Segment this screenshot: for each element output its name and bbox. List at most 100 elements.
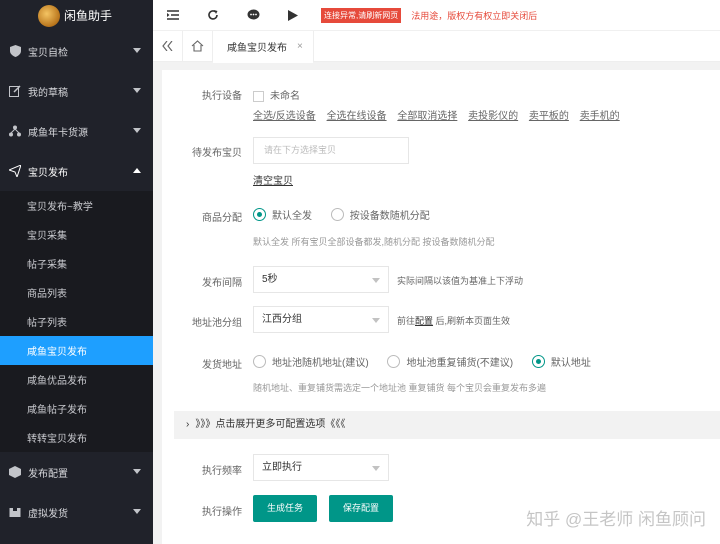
- interval-help: 实际间隔以该值为基准上下浮动: [397, 276, 524, 286]
- sidebar-item-publish-config[interactable]: 发布配置: [0, 452, 153, 492]
- sidebar-item-drafts[interactable]: 我的草稿: [0, 71, 153, 111]
- device-links: 全选/反选设备 全选在线设备 全部取消选择 卖投影仪的 卖平板的 卖手机的: [253, 107, 628, 122]
- chevron-down-icon: [133, 469, 141, 474]
- home-icon[interactable]: [183, 30, 213, 62]
- cube-icon: [8, 465, 22, 479]
- pending-items-input[interactable]: 请在下方选择宝贝: [253, 137, 409, 164]
- address-group-help: 前往配置 后,刷新本页面生效: [397, 314, 510, 327]
- radio-dot: [253, 355, 266, 368]
- top-toolbar: 连接异常,请刷新网页 法用途，版权方有权立即关闭后: [153, 0, 720, 31]
- radio-dot: [387, 355, 401, 368]
- copyright-warning-text: 法用途，版权方有权立即关闭后: [411, 10, 538, 21]
- sidebar-item-post-collect[interactable]: 帖子采集: [0, 249, 153, 278]
- radio-random-address[interactable]: 地址池随机地址(建议): [253, 354, 369, 369]
- sidebar-item-zhuanzhuan[interactable]: 转转宝贝发布: [0, 423, 153, 452]
- sidebar: 闲鱼助手 宝贝自检 我的草稿 咸鱼年卡货源 宝贝发布 宝贝发布~教学 宝贝采集 …: [0, 0, 153, 544]
- device-checkbox[interactable]: [253, 90, 264, 102]
- help-prefix: 前往: [397, 316, 416, 326]
- tabs-scroll-left-icon[interactable]: [153, 30, 183, 62]
- tab-xianyu-publish[interactable]: 咸鱼宝贝发布 ×: [213, 30, 314, 63]
- tab-label: 咸鱼宝贝发布: [227, 42, 287, 54]
- watermark: 知乎 @王老师 闲鱼顾问: [526, 510, 706, 529]
- radio-label: 默认全发: [272, 211, 312, 222]
- address-group-select[interactable]: 江西分组: [253, 306, 389, 333]
- config-link[interactable]: 配置: [415, 316, 433, 326]
- deselect-all-link[interactable]: 全部取消选择: [397, 111, 457, 122]
- interval-select[interactable]: 5秒: [253, 266, 389, 293]
- phone-sellers-link[interactable]: 卖手机的: [580, 111, 620, 122]
- radio-label: 默认地址: [550, 358, 591, 369]
- select-online-devices-link[interactable]: 全选在线设备: [327, 111, 387, 122]
- pending-label: 待发布宝贝: [192, 148, 242, 159]
- chevron-down-icon: [133, 88, 141, 93]
- radio-dot: [253, 208, 266, 221]
- chevron-down-icon: [133, 128, 141, 133]
- edit-icon: [8, 84, 22, 98]
- frequency-label: 执行频率: [202, 466, 242, 477]
- interval-label: 发布间隔: [202, 278, 242, 289]
- action-label: 执行操作: [202, 507, 242, 518]
- device-checkbox-label: 未命名: [270, 91, 300, 102]
- expand-options-bar[interactable]: › 》》》点击展开更多可配置选项《《《: [174, 411, 720, 439]
- device-checkbox-group: 未命名: [253, 87, 300, 102]
- chat-icon[interactable]: [233, 0, 273, 31]
- shield-icon: [8, 44, 22, 58]
- chevron-down-icon: [133, 48, 141, 53]
- select-invert-devices-link[interactable]: 全选/反选设备: [253, 111, 316, 122]
- sidebar-item-xianyu-post[interactable]: 咸鱼帖子发布: [0, 394, 153, 423]
- chevron-up-icon: [133, 168, 141, 173]
- radio-send-all[interactable]: 默认全发: [253, 207, 312, 222]
- sidebar-item-post-list[interactable]: 帖子列表: [0, 307, 153, 336]
- chevron-down-icon: [372, 278, 380, 283]
- send-icon: [8, 164, 22, 178]
- sidebar-item-label: 虚拟发货: [28, 508, 68, 520]
- distribution-radios: 默认全发 按设备数随机分配: [253, 207, 446, 224]
- sidebar-item-item-collect[interactable]: 宝贝采集: [0, 220, 153, 249]
- radio-dot: [330, 208, 344, 221]
- sidebar-item-product-list[interactable]: 商品列表: [0, 278, 153, 307]
- radio-default-address[interactable]: 默认地址: [531, 354, 591, 369]
- sidebar-item-virtual-ship[interactable]: 虚拟发货: [0, 492, 153, 532]
- close-icon[interactable]: ×: [297, 41, 303, 52]
- connection-error-badge[interactable]: 连接异常,请刷新网页: [321, 7, 402, 23]
- distribution-label: 商品分配: [202, 213, 242, 224]
- sidebar-item-label: 宝贝自检: [28, 47, 68, 59]
- radio-dot: [531, 355, 545, 368]
- save-config-button[interactable]: 保存配置: [329, 495, 394, 522]
- sidebar-item-self-check[interactable]: 宝贝自检: [0, 31, 153, 71]
- sidebar-item-yearly-source[interactable]: 咸鱼年卡货源: [0, 111, 153, 151]
- sidebar-item-publish-tutorial[interactable]: 宝贝发布~教学: [0, 191, 153, 220]
- address-group-label: 地址池分组: [192, 318, 242, 329]
- chevron-down-icon: [372, 466, 380, 471]
- sidebar-item-xianyu-premium[interactable]: 咸鱼优品发布: [0, 365, 153, 394]
- sidebar-item-xianyu-publish[interactable]: 咸鱼宝贝发布: [0, 336, 153, 365]
- radio-label: 地址池重复铺货(不建议): [406, 358, 514, 369]
- frequency-select[interactable]: 立即执行: [253, 454, 389, 481]
- device-label: 执行设备: [202, 91, 242, 102]
- radio-repeat-listing[interactable]: 地址池重复铺货(不建议): [387, 354, 513, 369]
- app-title: 闲鱼助手: [64, 9, 113, 23]
- network-icon: [8, 124, 22, 138]
- interval-value: 5秒: [262, 274, 278, 285]
- play-icon[interactable]: [273, 0, 313, 31]
- chevron-down-icon: [372, 318, 380, 323]
- projector-sellers-link[interactable]: 卖投影仪的: [468, 111, 518, 122]
- address-group-value: 江西分组: [262, 314, 302, 325]
- distribution-help: 默认全发 所有宝贝全部设备都发,随机分配 按设备数随机分配: [253, 237, 495, 247]
- radio-label: 地址池随机地址(建议): [272, 358, 369, 369]
- tabs-bar: 咸鱼宝贝发布 ×: [153, 30, 720, 63]
- radio-random-by-device[interactable]: 按设备数随机分配: [330, 207, 430, 222]
- radio-label: 按设备数随机分配: [349, 211, 430, 222]
- ship-address-help: 随机地址、重复铺货需选定一个地址池 重复铺货 每个宝贝会重复发布多遍: [253, 383, 547, 393]
- sidebar-item-publish[interactable]: 宝贝发布: [0, 151, 153, 191]
- generate-task-button[interactable]: 生成任务: [253, 495, 318, 522]
- ship-address-label: 发货地址: [202, 360, 242, 371]
- refresh-icon[interactable]: [193, 0, 233, 31]
- menu-collapse-icon[interactable]: [153, 0, 193, 31]
- app-logo[interactable]: 闲鱼助手: [0, 0, 153, 31]
- ship-address-radios: 地址池随机地址(建议) 地址池重复铺货(不建议) 默认地址: [253, 354, 607, 371]
- clear-items-link[interactable]: 清空宝贝: [253, 172, 293, 187]
- publish-submenu: 宝贝发布~教学 宝贝采集 帖子采集 商品列表 帖子列表 咸鱼宝贝发布 咸鱼优品发…: [0, 191, 153, 452]
- publish-form: 执行设备 未命名 全选/反选设备 全选在线设备 全部取消选择 卖投影仪的 卖平板…: [162, 70, 720, 544]
- tablet-sellers-link[interactable]: 卖平板的: [529, 111, 569, 122]
